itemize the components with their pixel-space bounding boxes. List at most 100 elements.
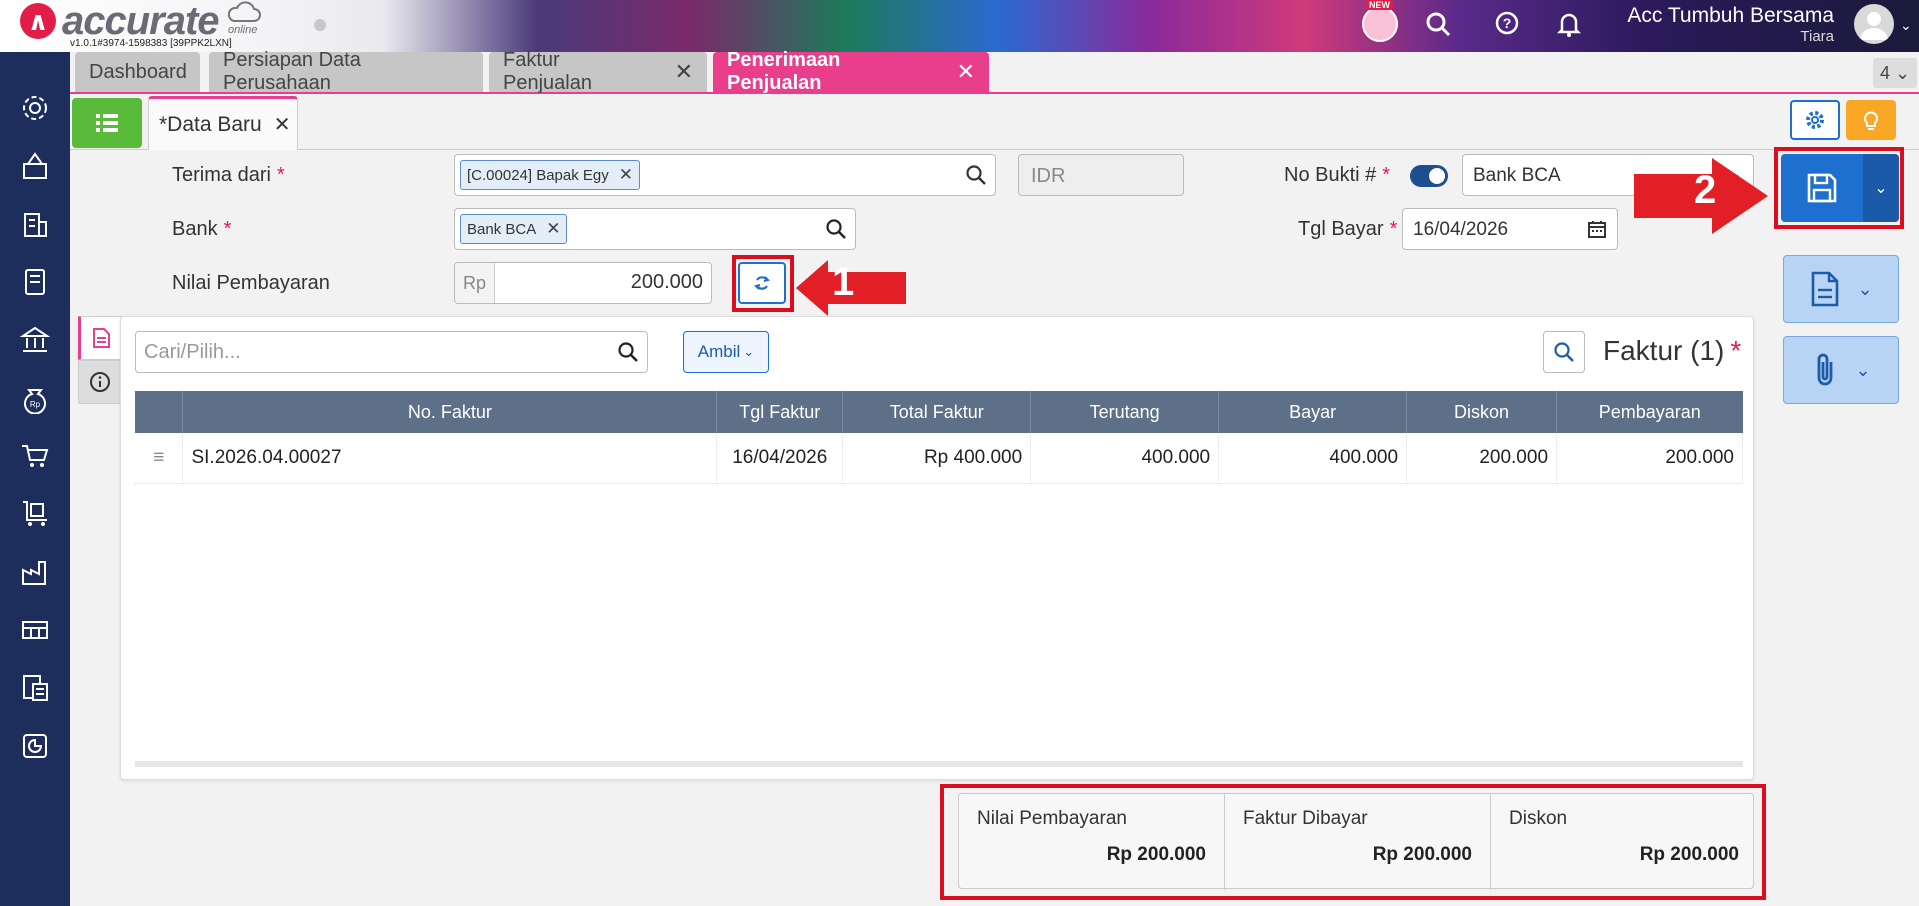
nilai-pembayaran-field[interactable]: Rp 200.000 bbox=[454, 262, 712, 304]
bank-label: Bank * bbox=[172, 218, 231, 241]
user-menu-chevron-icon[interactable]: ⌄ bbox=[1900, 17, 1912, 34]
tab-bar: Dashboard Persiapan Data Perusahaan Fakt… bbox=[70, 49, 1919, 94]
tab-dashboard[interactable]: Dashboard bbox=[75, 52, 200, 92]
faktur-search-button[interactable] bbox=[1543, 331, 1585, 373]
customer-field[interactable]: [C.00024] Bapak Egy ✕ bbox=[454, 154, 996, 196]
shopping-trolley-icon[interactable] bbox=[17, 496, 53, 532]
chevron-down-icon: ⌄ bbox=[743, 344, 755, 359]
list-view-button[interactable] bbox=[72, 98, 142, 148]
company-icon[interactable] bbox=[17, 148, 53, 184]
new-feature-avatar[interactable] bbox=[1362, 6, 1398, 42]
table-cell: 16/04/2026 bbox=[716, 433, 844, 484]
column-header[interactable]: Total Faktur bbox=[842, 391, 1032, 433]
company-name: Acc Tumbuh Bersama bbox=[1627, 4, 1834, 27]
logo-icon: ∧ bbox=[20, 3, 56, 39]
svg-text:?: ? bbox=[1503, 15, 1512, 31]
report-icon[interactable] bbox=[17, 728, 53, 764]
tax-icon[interactable] bbox=[17, 670, 53, 706]
settings-icon[interactable] bbox=[17, 90, 53, 126]
tab-faktur-penjualan[interactable]: Faktur Penjualan ✕ bbox=[489, 49, 707, 94]
column-header[interactable]: Pembayaran bbox=[1556, 391, 1743, 433]
auto-number-toggle[interactable] bbox=[1410, 165, 1448, 187]
tab-count-dropdown[interactable]: 4 ⌄ bbox=[1873, 58, 1917, 88]
column-header[interactable]: Tgl Faktur bbox=[716, 391, 844, 433]
table-cell: 400.000 bbox=[1030, 433, 1220, 484]
calendar-icon[interactable] bbox=[1587, 219, 1607, 239]
document-icon bbox=[93, 328, 110, 348]
search-icon[interactable] bbox=[965, 164, 987, 186]
no-bukti-text: No Bukti # bbox=[1284, 164, 1377, 186]
row-handle-header bbox=[135, 391, 184, 433]
bank-field[interactable]: Bank BCA ✕ bbox=[454, 208, 856, 250]
ledger-icon[interactable] bbox=[17, 264, 53, 300]
tips-button[interactable] bbox=[1846, 100, 1896, 140]
print-document-button[interactable]: ⌄ bbox=[1783, 255, 1899, 323]
table-cell: 200.000 bbox=[1406, 433, 1558, 484]
remove-chip-icon[interactable]: ✕ bbox=[546, 219, 560, 239]
tab-penerimaan-penjualan[interactable]: Penerimaan Penjualan ✕ bbox=[713, 49, 989, 94]
factory-icon[interactable] bbox=[17, 554, 53, 590]
tgl-bayar-field[interactable]: 16/04/2026 bbox=[1402, 208, 1618, 250]
info-icon bbox=[90, 372, 110, 392]
document-toolbar: *Data Baru ✕ bbox=[70, 94, 1919, 150]
search-icon[interactable] bbox=[825, 218, 847, 240]
status-dot bbox=[314, 19, 326, 31]
tab-label: Dashboard bbox=[89, 60, 187, 83]
table-row[interactable]: ≡ SI.2026.04.00027 16/04/2026 Rp 400.000… bbox=[135, 433, 1743, 484]
tgl-bayar-value: 16/04/2026 bbox=[1413, 219, 1509, 240]
app-logo[interactable]: ∧ accurate bbox=[20, 1, 220, 41]
company-block[interactable]: Acc Tumbuh Bersama Tiara bbox=[1618, 4, 1834, 45]
column-header[interactable]: Diskon bbox=[1406, 391, 1558, 433]
search-icon[interactable] bbox=[1424, 10, 1452, 43]
table-cell: SI.2026.04.00027 bbox=[182, 433, 718, 484]
tab-detail-faktur[interactable] bbox=[78, 316, 122, 360]
detail-panel: Cari/Pilih... Ambil ⌄ Faktur (1) * No. Fa… bbox=[120, 316, 1754, 780]
attachment-button[interactable]: ⌄ bbox=[1783, 336, 1899, 404]
cart-icon[interactable] bbox=[17, 438, 53, 474]
remove-chip-icon[interactable]: ✕ bbox=[619, 165, 633, 185]
column-header[interactable]: Bayar bbox=[1218, 391, 1408, 433]
close-icon[interactable]: ✕ bbox=[274, 112, 291, 137]
no-bukti-label: No Bukti # * bbox=[1284, 164, 1390, 187]
ambil-label: Ambil bbox=[697, 342, 741, 361]
step-1-number: 1 bbox=[832, 260, 855, 304]
notification-bell-icon[interactable] bbox=[1556, 10, 1582, 43]
brand-suffix: online bbox=[228, 24, 258, 36]
faktur-section-title: Faktur (1) * bbox=[1603, 335, 1741, 367]
search-icon[interactable] bbox=[617, 341, 639, 363]
help-icon[interactable]: ? bbox=[1494, 10, 1520, 41]
customer-chip: [C.00024] Bapak Egy ✕ bbox=[460, 160, 641, 190]
money-bag-icon[interactable]: Rp bbox=[17, 380, 53, 416]
version-text: v1.0.1#3974-1598383 [39PPK2LXN] bbox=[70, 38, 232, 49]
building-icon[interactable] bbox=[17, 206, 53, 242]
ambil-button[interactable]: Ambil ⌄ bbox=[683, 331, 769, 373]
horizontal-scrollbar[interactable] bbox=[135, 761, 1743, 767]
cloud-icon bbox=[227, 1, 261, 22]
user-avatar[interactable] bbox=[1854, 4, 1894, 44]
paperclip-icon bbox=[1818, 353, 1833, 386]
top-bar: ∧ accurate online v1.0.1#3974-1598383 [3… bbox=[0, 0, 1919, 52]
highlight-box-summary bbox=[940, 784, 1766, 900]
document-icon bbox=[1812, 271, 1839, 307]
required-marker: * bbox=[223, 218, 232, 240]
close-icon[interactable]: ✕ bbox=[675, 59, 693, 85]
sidebar: Rp bbox=[0, 52, 70, 906]
tgl-bayar-text: Tgl Bayar bbox=[1298, 218, 1384, 240]
column-header[interactable]: No. Faktur bbox=[182, 391, 718, 433]
terima-dari-text: Terima dari bbox=[172, 164, 271, 186]
column-header[interactable]: Terutang bbox=[1030, 391, 1220, 433]
bank-icon[interactable] bbox=[17, 322, 53, 358]
nilai-pembayaran-label: Nilai Pembayaran bbox=[172, 272, 330, 294]
drag-handle-icon[interactable]: ≡ bbox=[135, 433, 184, 484]
warehouse-icon[interactable] bbox=[17, 612, 53, 648]
tab-label: Faktur Penjualan bbox=[503, 49, 592, 94]
list-icon bbox=[96, 114, 118, 132]
tab-data-baru[interactable]: *Data Baru ✕ bbox=[148, 96, 298, 150]
faktur-search-input[interactable]: Cari/Pilih... bbox=[135, 331, 648, 373]
settings-button[interactable] bbox=[1790, 100, 1840, 140]
close-icon[interactable]: ✕ bbox=[957, 59, 975, 85]
tab-persiapan-data-perusahaan[interactable]: Persiapan Data Perusahaan bbox=[209, 49, 483, 94]
highlight-box-step-1 bbox=[732, 255, 794, 312]
faktur-title-text: Faktur (1) bbox=[1603, 335, 1725, 366]
tab-info[interactable] bbox=[78, 360, 122, 404]
